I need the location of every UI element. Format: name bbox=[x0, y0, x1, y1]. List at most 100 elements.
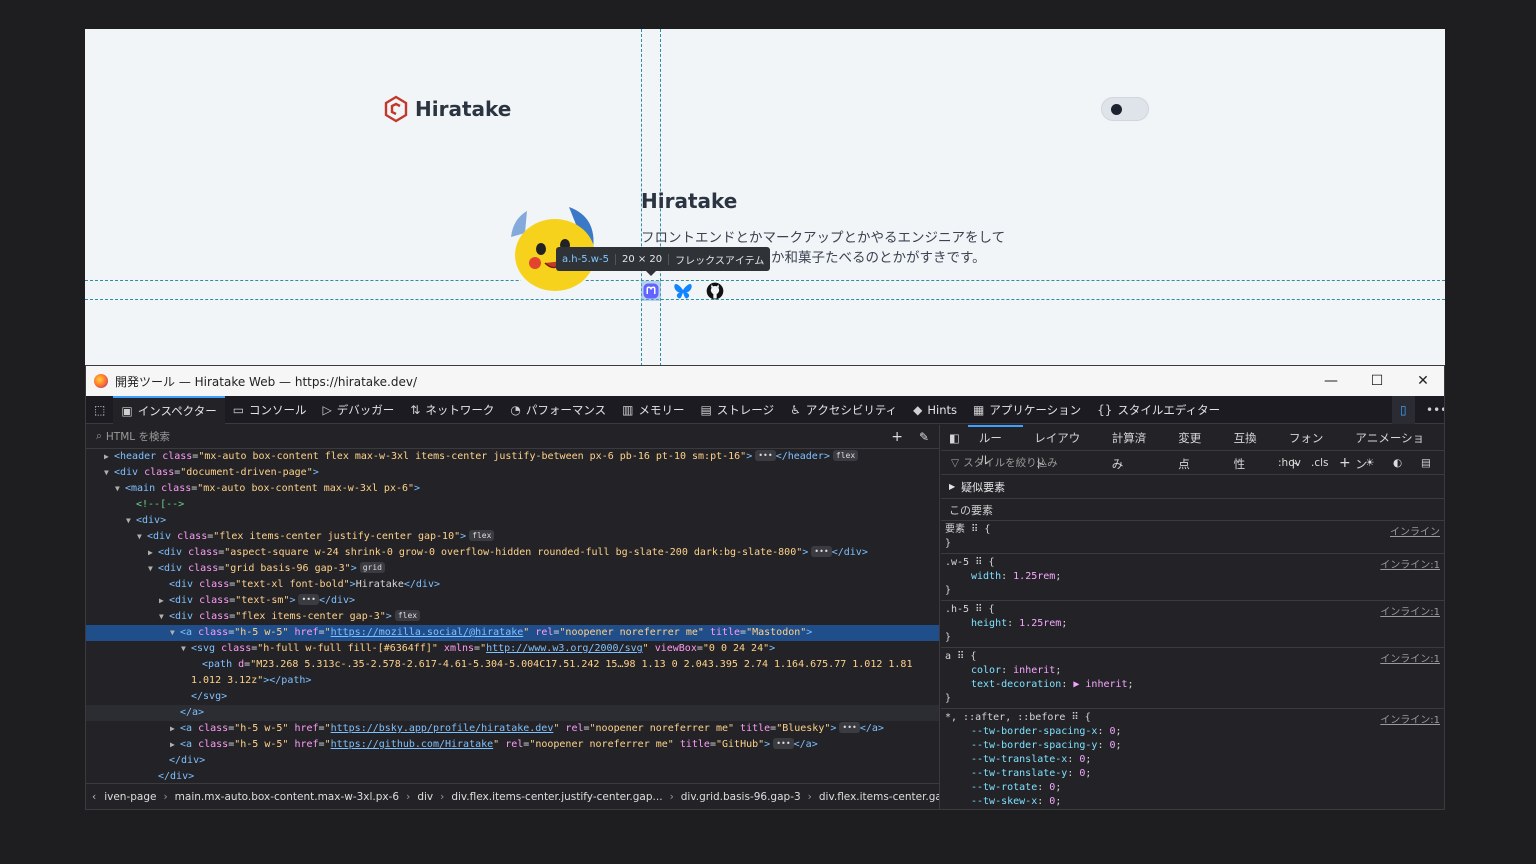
css-rule[interactable]: *, ::after, ::before ⠿ {--tw-border-spac… bbox=[941, 709, 1444, 809]
tree-node[interactable]: ▼ <main class="mx-auto box-content max-w-… bbox=[86, 481, 939, 497]
add-rule-button[interactable]: + bbox=[1339, 455, 1351, 471]
hints-icon: ◆ bbox=[913, 402, 923, 417]
declaration[interactable]: --tw-translate-y: 0; bbox=[945, 767, 1440, 781]
site-logo[interactable]: Hiratake bbox=[383, 95, 511, 123]
more-options-button[interactable]: ••• bbox=[1418, 396, 1444, 424]
dark-mode-icon[interactable]: ◐ bbox=[1393, 457, 1402, 469]
tree-node[interactable]: ▶ <header class="mx-auto box-content flex… bbox=[86, 449, 939, 465]
tab-rules[interactable]: ルール bbox=[967, 424, 1024, 467]
rule-source-link[interactable]: インライン:1 bbox=[1380, 603, 1440, 618]
tree-node[interactable]: ▶ <a class="h-5 w-5" href="https://github… bbox=[86, 737, 939, 753]
breadcrumb-item[interactable]: div.grid.basis-96.gap-3 bbox=[681, 791, 801, 803]
tab-computed[interactable]: 計算済み bbox=[1101, 425, 1167, 471]
rule-selector: 要素 ⠿ { bbox=[945, 524, 991, 535]
pick-element-icon: ⬚ bbox=[94, 402, 106, 417]
eyedropper-icon[interactable]: ✎ bbox=[919, 430, 929, 444]
hov-button[interactable]: :hov bbox=[1278, 457, 1301, 469]
tab-console[interactable]: ▭ コンソール bbox=[225, 396, 315, 424]
maximize-button[interactable]: ☐ bbox=[1354, 366, 1400, 396]
pseudo-elements-section[interactable]: ▶ 疑似要素 bbox=[941, 475, 1444, 499]
github-link[interactable] bbox=[705, 281, 725, 301]
html-tree[interactable]: ▶ <header class="mx-auto box-content flex… bbox=[86, 449, 939, 783]
tab-performance[interactable]: ◔ パフォーマンス bbox=[502, 396, 614, 424]
tab-hints[interactable]: ◆ Hints bbox=[905, 396, 965, 424]
declaration[interactable]: text-decoration: ▶ inherit; bbox=[945, 678, 1440, 692]
print-icon[interactable]: ▤ bbox=[1421, 457, 1431, 469]
css-rule[interactable]: a ⠿ {color: inherit; text-decoration: ▶ i… bbox=[941, 648, 1444, 709]
breadcrumb-item[interactable]: main.mx-auto.box-content.max-w-3xl.px-6 bbox=[175, 791, 399, 803]
tree-node[interactable]: <div class="text-xl font-bold">Hiratake<… bbox=[86, 577, 939, 593]
cls-button[interactable]: .cls bbox=[1311, 457, 1329, 469]
breadcrumb-item[interactable]: div bbox=[417, 791, 433, 803]
rule-source-link[interactable]: インライン:1 bbox=[1380, 650, 1440, 665]
tab-animations[interactable]: アニメーション bbox=[1344, 425, 1444, 471]
declaration[interactable]: --tw-skew-x: 0; bbox=[945, 795, 1440, 809]
tree-node[interactable]: </div> bbox=[86, 753, 939, 769]
declaration[interactable]: --tw-translate-x: 0; bbox=[945, 753, 1440, 767]
breadcrumb-item[interactable]: iven-page bbox=[104, 791, 156, 803]
tree-node[interactable]: </svg> bbox=[86, 689, 939, 705]
light-mode-icon[interactable]: ☀ bbox=[1365, 457, 1374, 469]
breadcrumb-item[interactable]: div.flex.items-center.gap-3 bbox=[819, 791, 939, 803]
mastodon-link[interactable] bbox=[641, 281, 661, 301]
performance-icon: ◔ bbox=[510, 402, 521, 417]
style-filter-input[interactable]: スタイルを絞り込み bbox=[963, 455, 1058, 470]
tree-node[interactable]: ▼ <div class="document-driven-page"> bbox=[86, 465, 939, 481]
tree-node[interactable]: ▼ <div class="grid basis-96 gap-3"> grid bbox=[86, 561, 939, 577]
css-rule[interactable]: .w-5 ⠿ {width: 1.25rem;} インライン:1 bbox=[941, 554, 1444, 601]
bluesky-link[interactable] bbox=[673, 281, 693, 301]
tree-node[interactable]: ▼ <svg class="h-full w-full fill-[#6364ff… bbox=[86, 641, 939, 657]
tab-layout[interactable]: レイアウト bbox=[1023, 425, 1101, 471]
devtools-window: 開発ツール — Hiratake Web — https://hiratake.… bbox=[85, 365, 1445, 810]
rule-source-link[interactable]: インライン bbox=[1390, 523, 1440, 538]
declaration[interactable]: height: 1.25rem; bbox=[945, 617, 1440, 631]
declaration[interactable]: --tw-rotate: 0; bbox=[945, 781, 1440, 795]
tab-fonts[interactable]: フォント bbox=[1278, 425, 1344, 471]
css-rule[interactable]: .h-5 ⠿ {height: 1.25rem;} インライン:1 bbox=[941, 601, 1444, 648]
rule-source-link[interactable]: インライン:1 bbox=[1380, 556, 1440, 571]
tree-node[interactable]: ▼ <div> bbox=[86, 513, 939, 529]
declaration[interactable]: width: 1.25rem; bbox=[945, 570, 1440, 584]
theme-toggle[interactable] bbox=[1101, 97, 1149, 121]
search-icon: ⌕ bbox=[96, 430, 102, 442]
declaration[interactable]: --tw-border-spacing-x: 0; bbox=[945, 725, 1440, 739]
tree-node[interactable]: <!--[--> bbox=[86, 497, 939, 513]
breadcrumb: ‹ iven-page › main.mx-auto.box-content.ma… bbox=[86, 783, 939, 809]
breadcrumb-item[interactable]: div.flex.items-center.justify-center.gap… bbox=[451, 791, 662, 803]
responsive-design-button[interactable]: ▯ bbox=[1392, 395, 1415, 424]
tab-compatibility[interactable]: 互換性 bbox=[1223, 425, 1278, 471]
tree-node[interactable]: ▼ <div class="flex items-center justify-c… bbox=[86, 529, 939, 545]
tab-style-editor[interactable]: {} スタイルエディター bbox=[1089, 396, 1228, 424]
declaration[interactable]: --tw-border-spacing-y: 0; bbox=[945, 739, 1440, 753]
tab-storage[interactable]: ▤ ストレージ bbox=[692, 396, 782, 424]
tab-debugger[interactable]: ▷ デバッガー bbox=[315, 396, 403, 424]
pick-element-button[interactable]: ⬚ bbox=[86, 396, 113, 424]
tree-node[interactable]: 1.012 3.12z"></path> bbox=[86, 673, 939, 689]
toggle-sidebar-icon[interactable]: ◧ bbox=[941, 425, 968, 451]
tree-node[interactable]: ▶ <div class="text-sm"> ••• </div> bbox=[86, 593, 939, 609]
rule-source-link[interactable]: インライン:1 bbox=[1380, 711, 1440, 726]
tab-accessibility[interactable]: ♿ アクセシビリティ bbox=[782, 396, 905, 424]
tree-node[interactable]: <path d="M23.268 5.313c-.35-2.578-2.617-… bbox=[86, 657, 939, 673]
tab-inspector[interactable]: ▣ インスペクター bbox=[113, 395, 225, 424]
declaration[interactable]: color: inherit; bbox=[945, 664, 1440, 678]
breadcrumb-left-icon[interactable]: ‹ bbox=[92, 791, 96, 803]
network-icon: ⇅ bbox=[410, 402, 421, 417]
tree-node[interactable]: </a> bbox=[86, 705, 939, 721]
tree-node[interactable]: ▶ <a class="h-5 w-5" href="https://bsky.a… bbox=[86, 721, 939, 737]
tab-application[interactable]: ▦ アプリケーション bbox=[965, 396, 1089, 424]
tree-node[interactable]: </div> bbox=[86, 769, 939, 783]
html-search-bar[interactable]: ⌕ HTML を検索 + ✎ bbox=[86, 425, 939, 449]
html-search-input[interactable]: HTML を検索 bbox=[106, 429, 170, 444]
add-node-button[interactable]: + bbox=[891, 429, 903, 445]
tab-memory[interactable]: ▥ メモリー bbox=[614, 396, 692, 424]
tree-node[interactable]: ▼ <div class="flex items-center gap-3"> fl… bbox=[86, 609, 939, 625]
tab-changes[interactable]: 変更点 bbox=[1167, 425, 1222, 471]
tree-node[interactable]: ▶ <div class="aspect-square w-24 shrink-0… bbox=[86, 545, 939, 561]
debugger-icon: ▷ bbox=[322, 402, 332, 417]
css-rule[interactable]: 要素 ⠿ {} インライン bbox=[941, 521, 1444, 554]
tab-network[interactable]: ⇅ ネットワーク bbox=[402, 396, 502, 424]
tree-node[interactable]: ▼ <a class="h-5 w-5" href="https://mozill… bbox=[86, 625, 939, 641]
minimize-button[interactable]: — bbox=[1308, 366, 1354, 396]
close-button[interactable]: ✕ bbox=[1400, 366, 1444, 396]
